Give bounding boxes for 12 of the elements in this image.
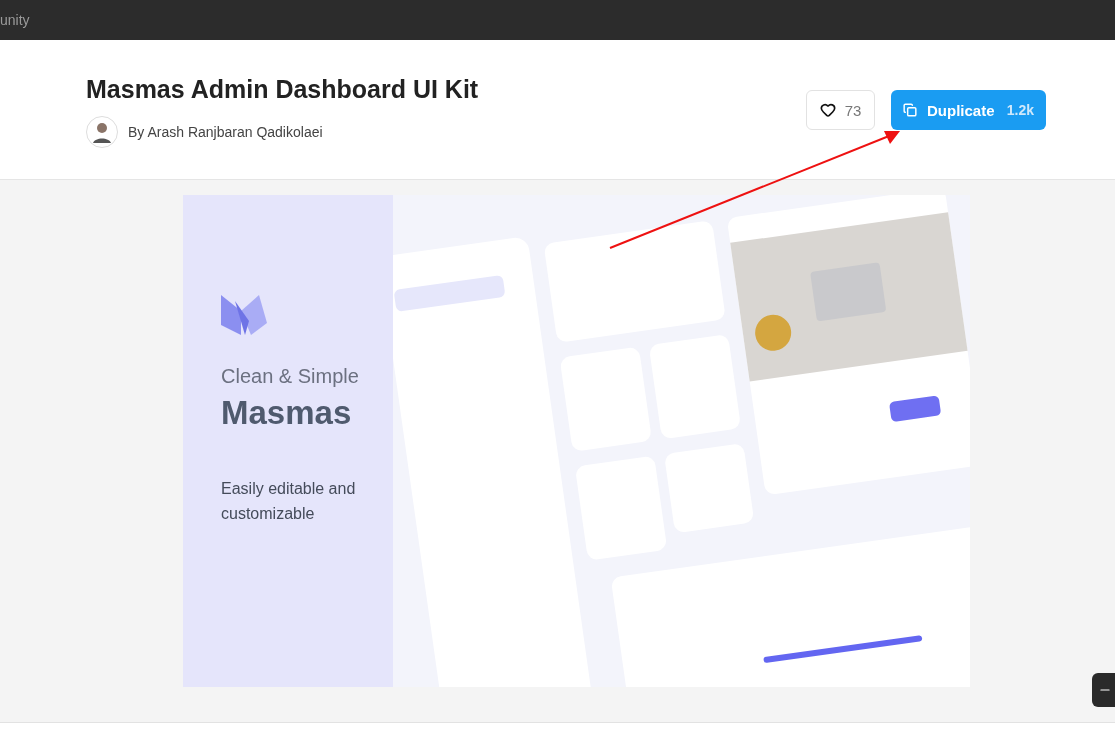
copy-icon <box>903 103 917 117</box>
duplicate-button[interactable]: Duplicate 1.2k <box>891 90 1046 130</box>
like-button[interactable]: 73 <box>806 90 875 130</box>
page-title: Masmas Admin Dashboard UI Kit <box>86 74 479 104</box>
avatar-icon <box>86 116 118 148</box>
author-name[interactable]: By Arash Ranjbaran Qadikolaei <box>128 124 323 140</box>
heart-icon <box>819 102 836 118</box>
tagline: Clean & Simple <box>221 365 360 388</box>
logo-icon <box>221 295 267 335</box>
description: Easily editable and customizable <box>221 479 357 524</box>
product-name: Masmas <box>221 394 353 432</box>
community-link[interactable]: unity <box>0 12 30 28</box>
